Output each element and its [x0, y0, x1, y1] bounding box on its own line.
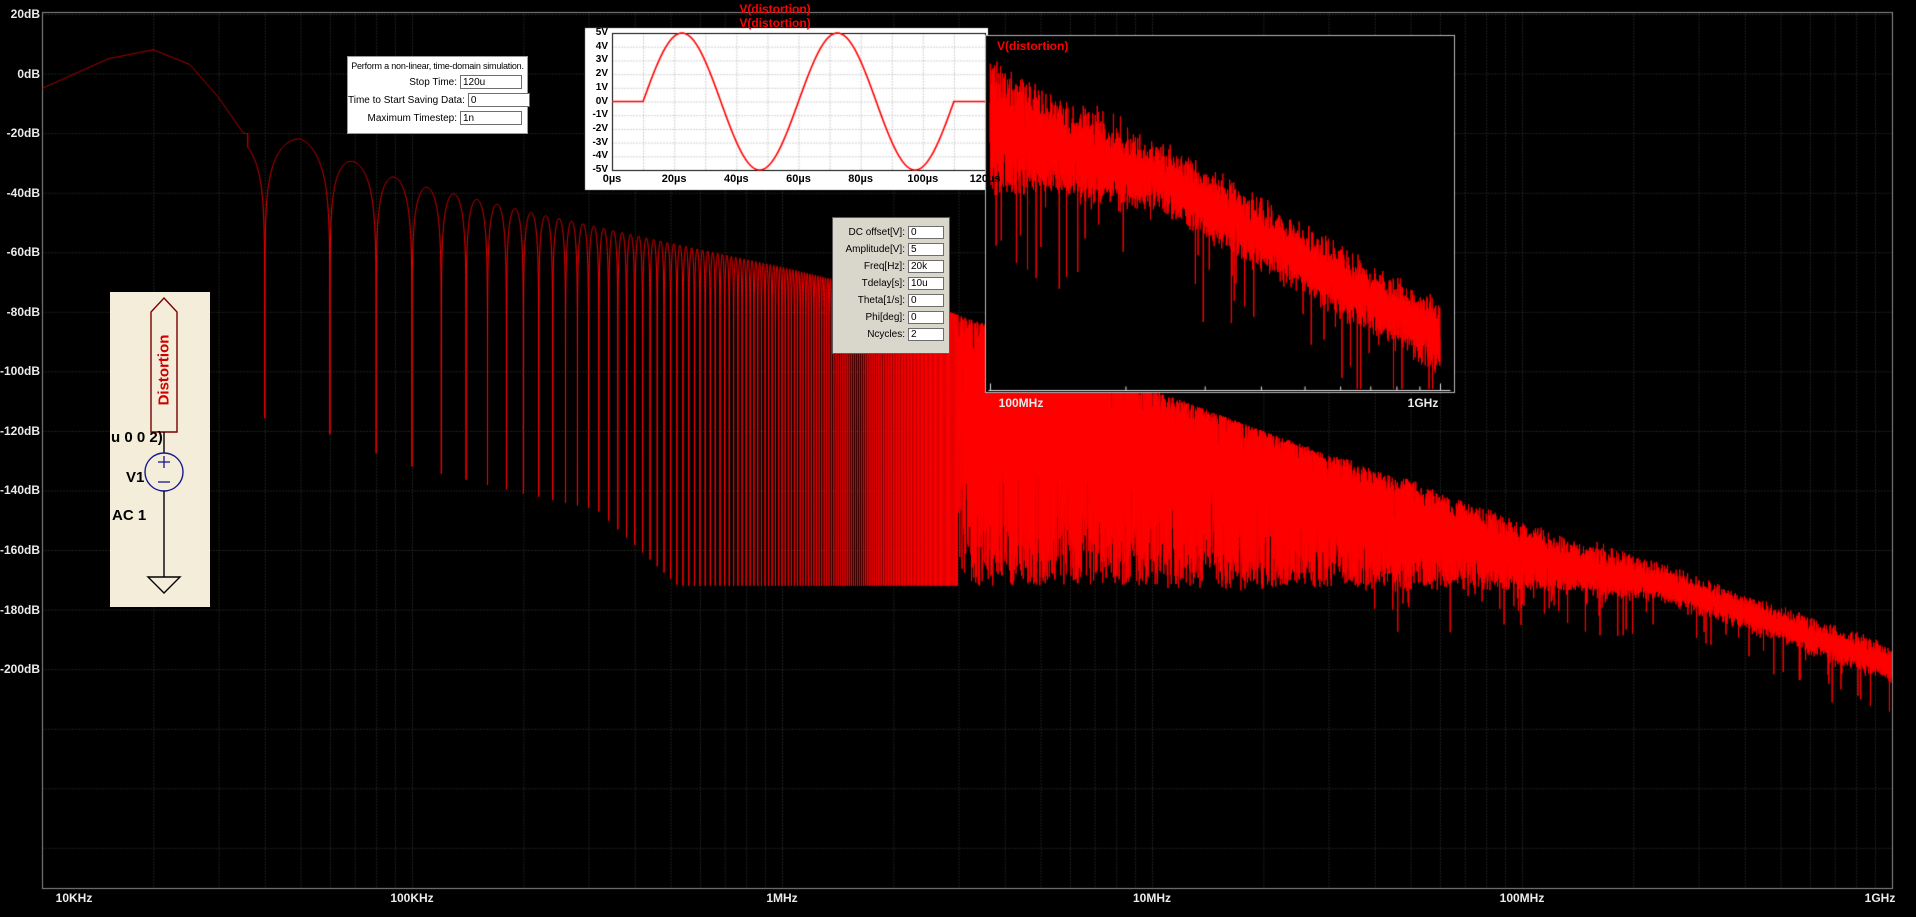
sim-row-stop-time: Stop Time:: [348, 73, 527, 91]
sim-row-max-timestep: Maximum Timestep:: [348, 109, 527, 127]
max-timestep-input[interactable]: [460, 111, 522, 125]
sine-row-ncycles: Ncycles:: [833, 326, 949, 343]
start-saving-input[interactable]: [467, 93, 530, 107]
voltage-source-symbol[interactable]: [144, 452, 184, 492]
amplitude-input[interactable]: [908, 243, 944, 256]
max-timestep-label: Maximum Timestep:: [367, 112, 457, 124]
schematic-svg: Distortion u 0 0 2) V1 AC 1: [111, 296, 184, 594]
main-plot-trace-title[interactable]: V(distortion): [690, 2, 860, 16]
net-label-flag[interactable]: Distortion: [150, 296, 178, 433]
sine-source-dialog: DC offset[V]: Amplitude[V]: Freq[Hz]: Td…: [832, 217, 950, 354]
stop-time-label: Stop Time:: [409, 76, 457, 88]
sine-row-theta: Theta[1/s]:: [833, 292, 949, 309]
component-value: AC 1: [112, 507, 146, 524]
net-label-text: Distortion: [156, 335, 173, 406]
freq-input[interactable]: [908, 260, 944, 273]
dc-offset-label: DC offset[V]:: [848, 227, 905, 238]
sine-row-amplitude: Amplitude[V]:: [833, 241, 949, 258]
zoom-inset-trace-title[interactable]: V(distortion): [997, 39, 1068, 53]
transient-sim-dialog: Perform a non-linear, time-domain simula…: [347, 56, 530, 134]
stop-time-input[interactable]: [460, 75, 522, 89]
amplitude-label: Amplitude[V]:: [845, 244, 905, 255]
time-inset-trace-title[interactable]: V(distortion): [690, 16, 860, 30]
theta-label: Theta[1/s]:: [857, 295, 905, 306]
plus-icon: [158, 456, 170, 468]
spice-directive-clipped: u 0 0 2): [111, 429, 163, 446]
sim-row-start-saving: Time to Start Saving Data:: [348, 91, 530, 109]
ncycles-input[interactable]: [908, 328, 944, 341]
theta-input[interactable]: [908, 294, 944, 307]
sine-row-freq: Freq[Hz]:: [833, 258, 949, 275]
phi-label: Phi[deg]:: [865, 312, 905, 323]
ncycles-label: Ncycles:: [867, 329, 905, 340]
ltspice-window: V(distortion) V(distortion) V(distortion…: [0, 0, 1916, 917]
dc-offset-input[interactable]: [908, 226, 944, 239]
sim-dialog-title: Perform a non-linear, time-domain simula…: [351, 61, 524, 71]
sine-row-phi: Phi[deg]:: [833, 309, 949, 326]
phi-input[interactable]: [908, 311, 944, 324]
tdelay-input[interactable]: [908, 277, 944, 290]
waveform-plot-canvas[interactable]: [0, 0, 1916, 917]
tdelay-label: Tdelay[s]:: [861, 278, 905, 289]
sine-row-dc-offset: DC offset[V]:: [833, 224, 949, 241]
component-ref: V1: [126, 469, 144, 486]
freq-label: Freq[Hz]:: [863, 261, 905, 272]
schematic-panel: Distortion u 0 0 2) V1 AC 1: [110, 292, 210, 607]
start-saving-label: Time to Start Saving Data:: [348, 94, 465, 106]
sine-row-tdelay: Tdelay[s]:: [833, 275, 949, 292]
ground-symbol[interactable]: [146, 576, 182, 594]
